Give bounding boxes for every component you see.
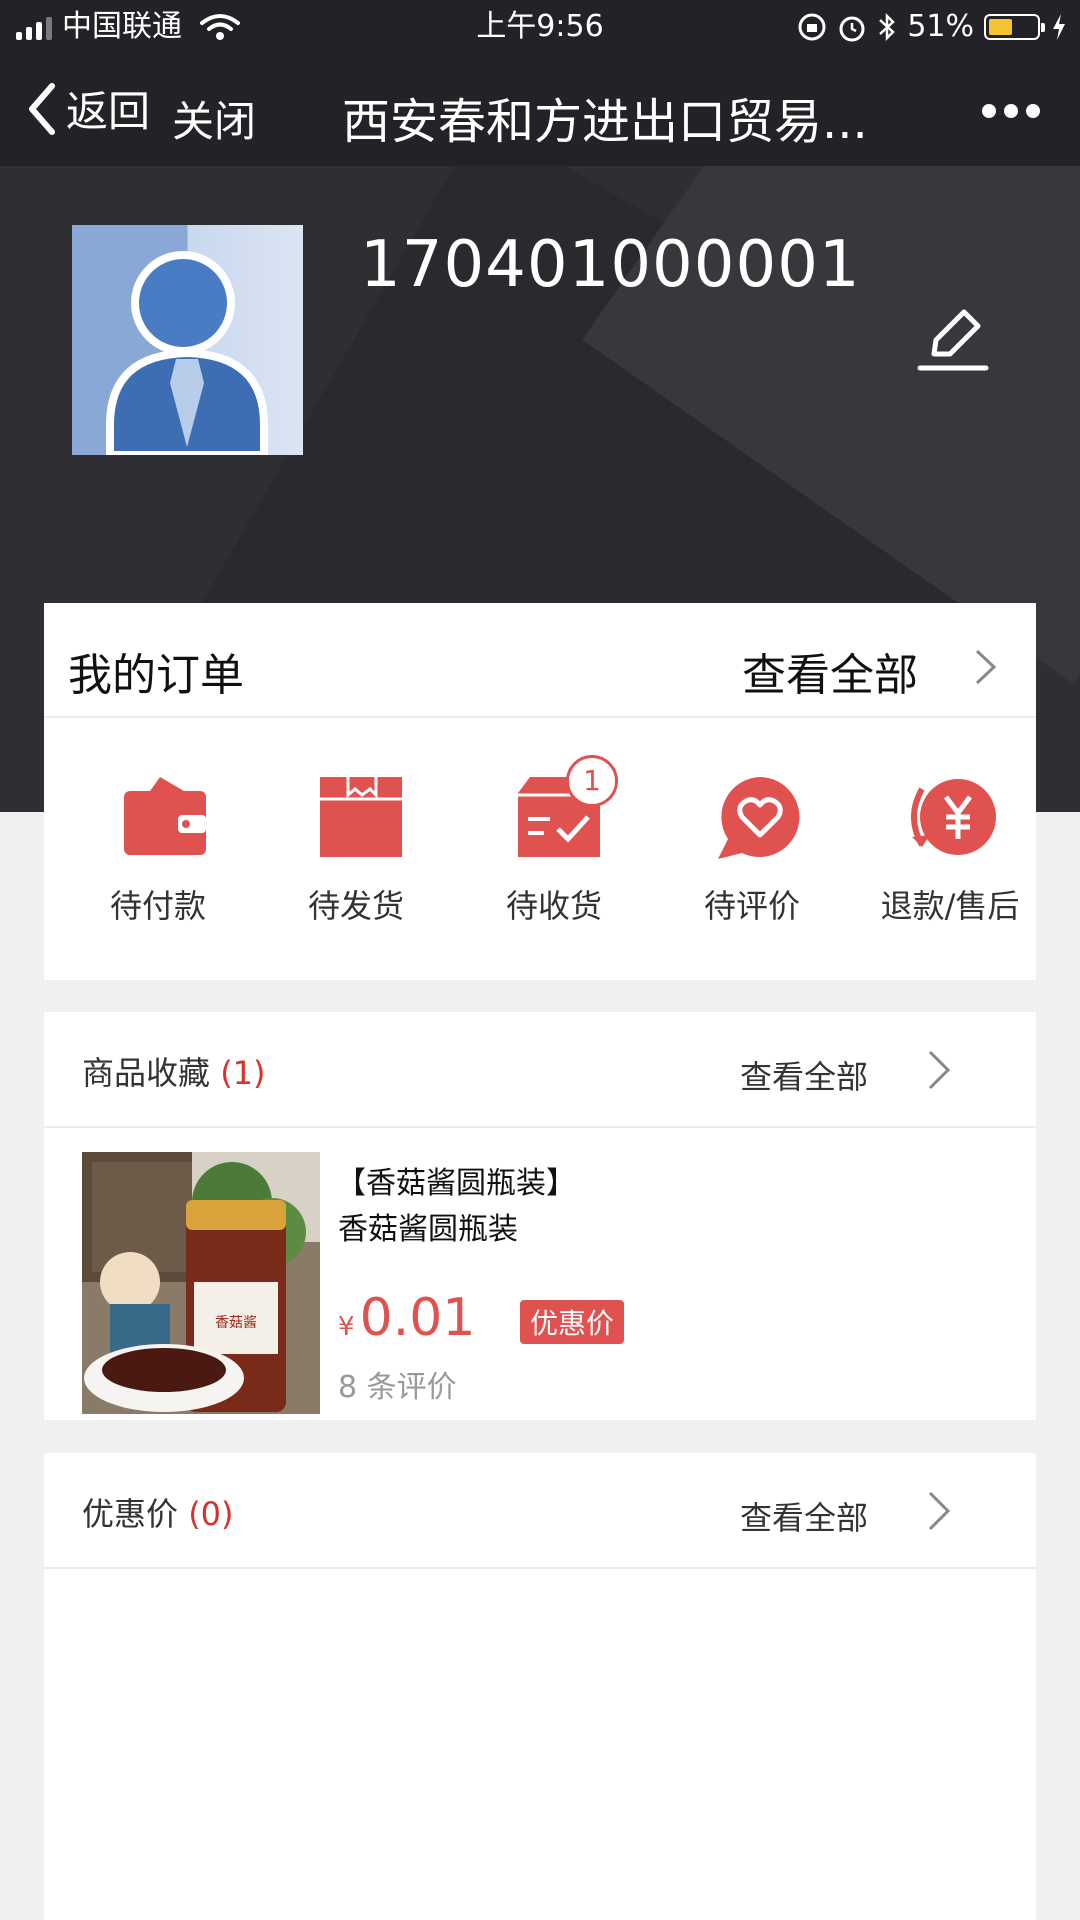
product-name-line2: 香菇酱圆瓶装: [338, 1212, 518, 1247]
heart-chat-icon: [718, 777, 800, 859]
promo-title: 优惠价 (0): [82, 1489, 234, 1535]
chevron-right-icon: [975, 649, 997, 685]
product-name-line1: 【香菇酱圆瓶装】: [336, 1166, 576, 1201]
close-button[interactable]: 关闭: [172, 88, 256, 149]
discount-tag: 优惠价: [520, 1300, 625, 1344]
alarm-icon: [839, 16, 865, 42]
product-item[interactable]: 香菇酱 【香菇酱圆瓶装】 香菇酱圆瓶装 ¥ 0.01 优惠价 8 条评价: [44, 1128, 1036, 1420]
promo-card: 优惠价 (0) 查看全部: [44, 1453, 1036, 1920]
bluetooth-icon: [879, 12, 896, 42]
order-item-pending-payment[interactable]: 待付款: [58, 773, 258, 927]
avatar[interactable]: [72, 225, 303, 455]
favorites-view-all[interactable]: 查看全部: [740, 1052, 868, 1098]
price-value: 0.01: [359, 1288, 476, 1348]
favorites-title-text: 商品收藏: [82, 1054, 211, 1092]
product-image[interactable]: 香菇酱: [82, 1152, 320, 1414]
yen-refund-icon: [911, 779, 996, 855]
nav-bar: 返回 关闭 西安春和方进出口贸易...: [0, 54, 1080, 166]
order-badge: 1: [566, 755, 618, 807]
user-avatar-icon: [106, 251, 268, 455]
promo-view-all[interactable]: 查看全部: [740, 1493, 868, 1539]
jar-label: 香菇酱: [215, 1315, 257, 1331]
order-item-label: 待评价: [703, 887, 800, 925]
chevron-right-icon: [928, 1491, 951, 1531]
chevron-right-icon: [928, 1050, 951, 1090]
promo-header[interactable]: 优惠价 (0) 查看全部: [44, 1453, 1036, 1569]
status-bar: 中国联通 上午9:56 51%: [0, 0, 1080, 54]
review-count: 8 条评价: [338, 1370, 457, 1405]
favorites-title: 商品收藏 (1): [82, 1048, 266, 1094]
page-title: 西安春和方进出口贸易...: [342, 94, 868, 150]
product-price: ¥ 0.01: [338, 1288, 475, 1348]
order-status-list: 待付款 待发货 1 待收货 待评价 退款/售后: [44, 755, 1036, 933]
order-item-pending-shipment[interactable]: 待发货: [256, 773, 456, 927]
order-item-label: 待收货: [505, 887, 602, 925]
top-bar: 中国联通 上午9:56 51% 返回 关闭 西安春和方进出口贸易...: [0, 0, 1080, 166]
back-label: 返回: [66, 87, 151, 136]
battery-percent: 51%: [907, 9, 974, 44]
order-item-label: 待发货: [307, 887, 404, 925]
orders-view-all[interactable]: 查看全部: [742, 639, 918, 703]
wallet-icon: [124, 777, 206, 855]
orders-header[interactable]: 我的订单 查看全部: [44, 603, 1036, 718]
order-item-label: 待付款: [109, 887, 206, 925]
chevron-left-icon: [29, 82, 55, 135]
username: 170401000001: [360, 228, 861, 302]
product-photo: 香菇酱: [82, 1152, 320, 1414]
promo-title-text: 优惠价: [82, 1495, 179, 1533]
battery-icon: [984, 14, 1045, 40]
order-item-refund[interactable]: 退款/售后: [850, 773, 1050, 927]
favorites-count: (1): [220, 1054, 266, 1092]
back-button[interactable]: 返回: [26, 78, 150, 139]
orders-title: 我的订单: [68, 650, 244, 701]
more-dot-icon: [1026, 104, 1040, 118]
edit-icon[interactable]: [916, 306, 990, 374]
promo-count: (0): [188, 1495, 234, 1533]
currency-symbol: ¥: [338, 1312, 355, 1342]
more-dot-icon: [982, 104, 996, 118]
charging-icon: [1053, 14, 1065, 40]
box-icon: [320, 777, 402, 857]
rotation-lock-icon: [798, 13, 826, 41]
more-dot-icon: [1004, 104, 1018, 118]
order-item-pending-review[interactable]: 待评价: [652, 773, 852, 927]
orders-card: 我的订单 查看全部 待付款 待发货 1 待收货 待评价 退款/售后: [44, 603, 1036, 980]
order-item-pending-receipt[interactable]: 1 待收货: [454, 755, 654, 927]
favorites-card: 商品收藏 (1) 查看全部 香菇酱 【香菇酱圆瓶装】 香菇酱圆瓶装 ¥ 0.01…: [44, 1012, 1036, 1420]
favorites-header[interactable]: 商品收藏 (1) 查看全部: [44, 1012, 1036, 1128]
more-button[interactable]: [982, 104, 1040, 118]
order-item-label: 退款/售后: [880, 887, 1020, 925]
